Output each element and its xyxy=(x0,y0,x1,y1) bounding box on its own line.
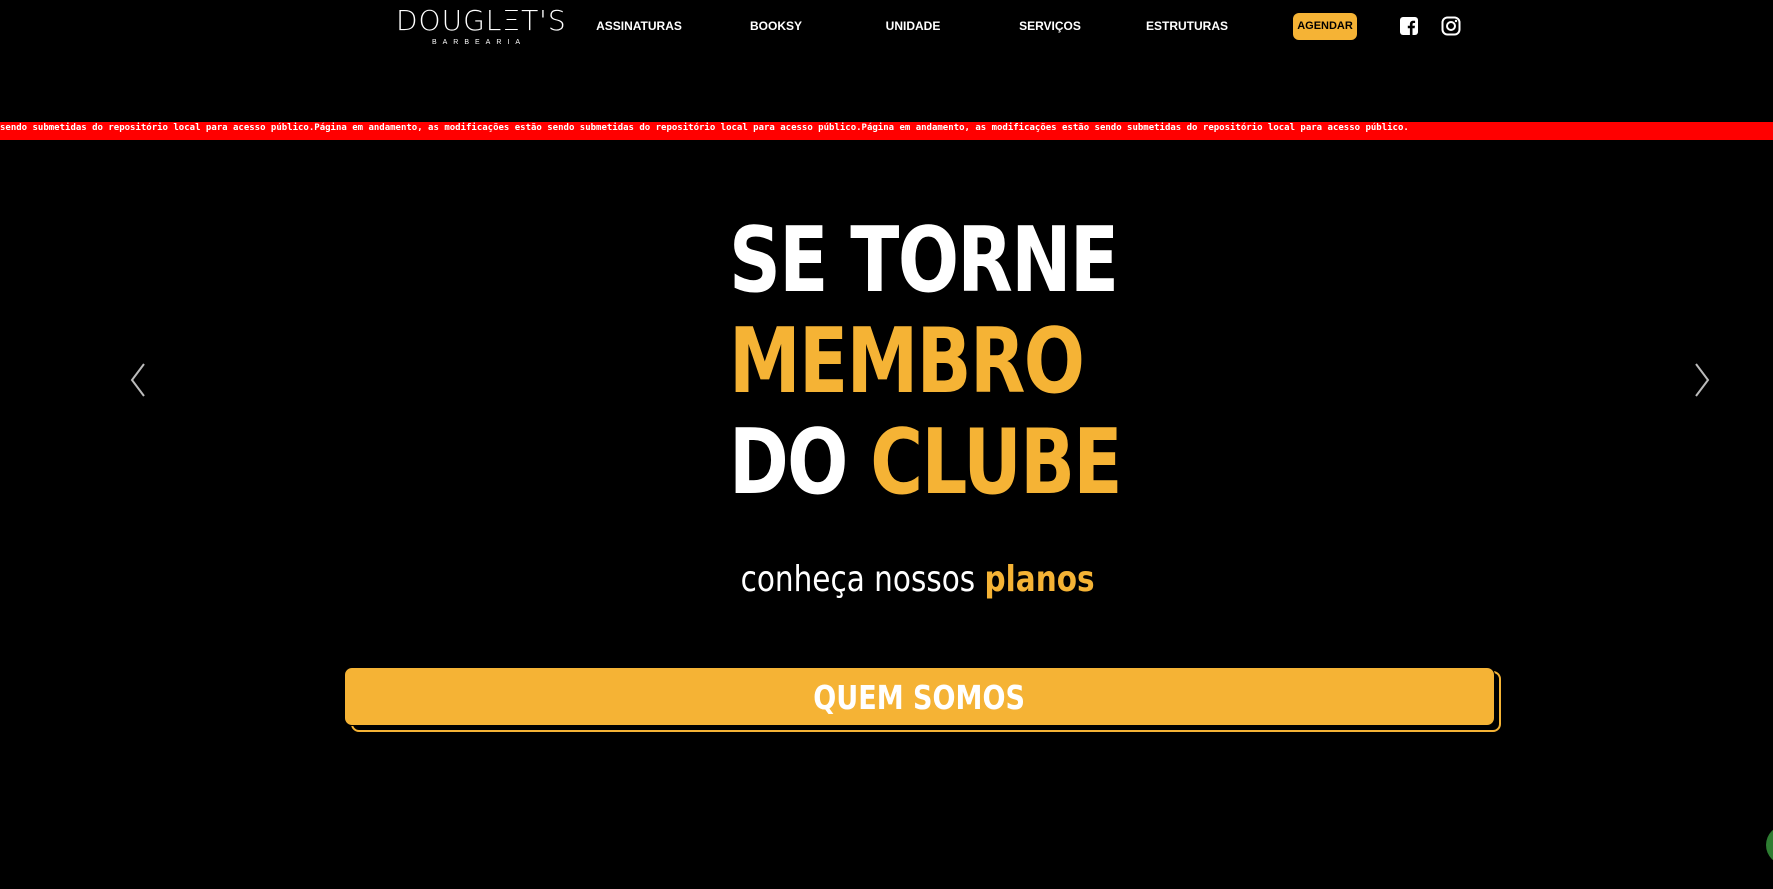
subtitle-plain: conheça nossos xyxy=(740,559,976,600)
headline-line-3-white: DO xyxy=(729,410,848,515)
headline-line-1: SE TORNE xyxy=(729,208,1119,313)
hero-subtitle: conheça nossos planos xyxy=(165,558,1670,602)
headline-line-3-gold: CLUBE xyxy=(870,410,1122,515)
nav-unidade[interactable]: UNIDADE xyxy=(886,19,941,33)
quem-somos-label: QUEM SOMOS xyxy=(813,678,1026,717)
quem-somos-button[interactable]: QUEM SOMOS xyxy=(344,667,1495,726)
hero-headline: SE TORNE MEMBRO DO CLUBE xyxy=(729,210,1129,513)
chevron-left-icon[interactable] xyxy=(126,360,150,400)
nav-booksy[interactable]: BOOKSY xyxy=(750,19,802,33)
announcement-ticker: sendo submetidas do repositório local pa… xyxy=(0,122,1773,140)
hero-slider: SE TORNE MEMBRO DO CLUBE conheça nossos … xyxy=(0,140,1773,889)
chevron-right-icon[interactable] xyxy=(1690,360,1714,400)
ticker-text: sendo submetidas do repositório local pa… xyxy=(0,123,1409,133)
site-header: DOUGLΞT'S BARBEARIA ASSINATURAS BOOKSY U… xyxy=(0,0,1773,52)
headline-line-3: DO CLUBE xyxy=(729,412,1129,513)
subtitle-accent: planos xyxy=(984,559,1095,600)
agendar-button[interactable]: AGENDAR xyxy=(1293,13,1357,40)
logo-tagline: BARBEARIA xyxy=(431,39,527,46)
nav-estruturas[interactable]: ESTRUTURAS xyxy=(1146,19,1228,33)
nav-assinaturas[interactable]: ASSINATURAS xyxy=(596,19,682,33)
logo-name: DOUGLΞT'S xyxy=(396,4,567,37)
instagram-icon[interactable] xyxy=(1441,16,1461,36)
brand-logo[interactable]: DOUGLΞT'S BARBEARIA xyxy=(396,4,567,50)
facebook-icon[interactable] xyxy=(1399,16,1419,36)
headline-line-2: MEMBRO xyxy=(729,309,1085,414)
nav-servicos[interactable]: SERVIÇOS xyxy=(1019,19,1081,33)
